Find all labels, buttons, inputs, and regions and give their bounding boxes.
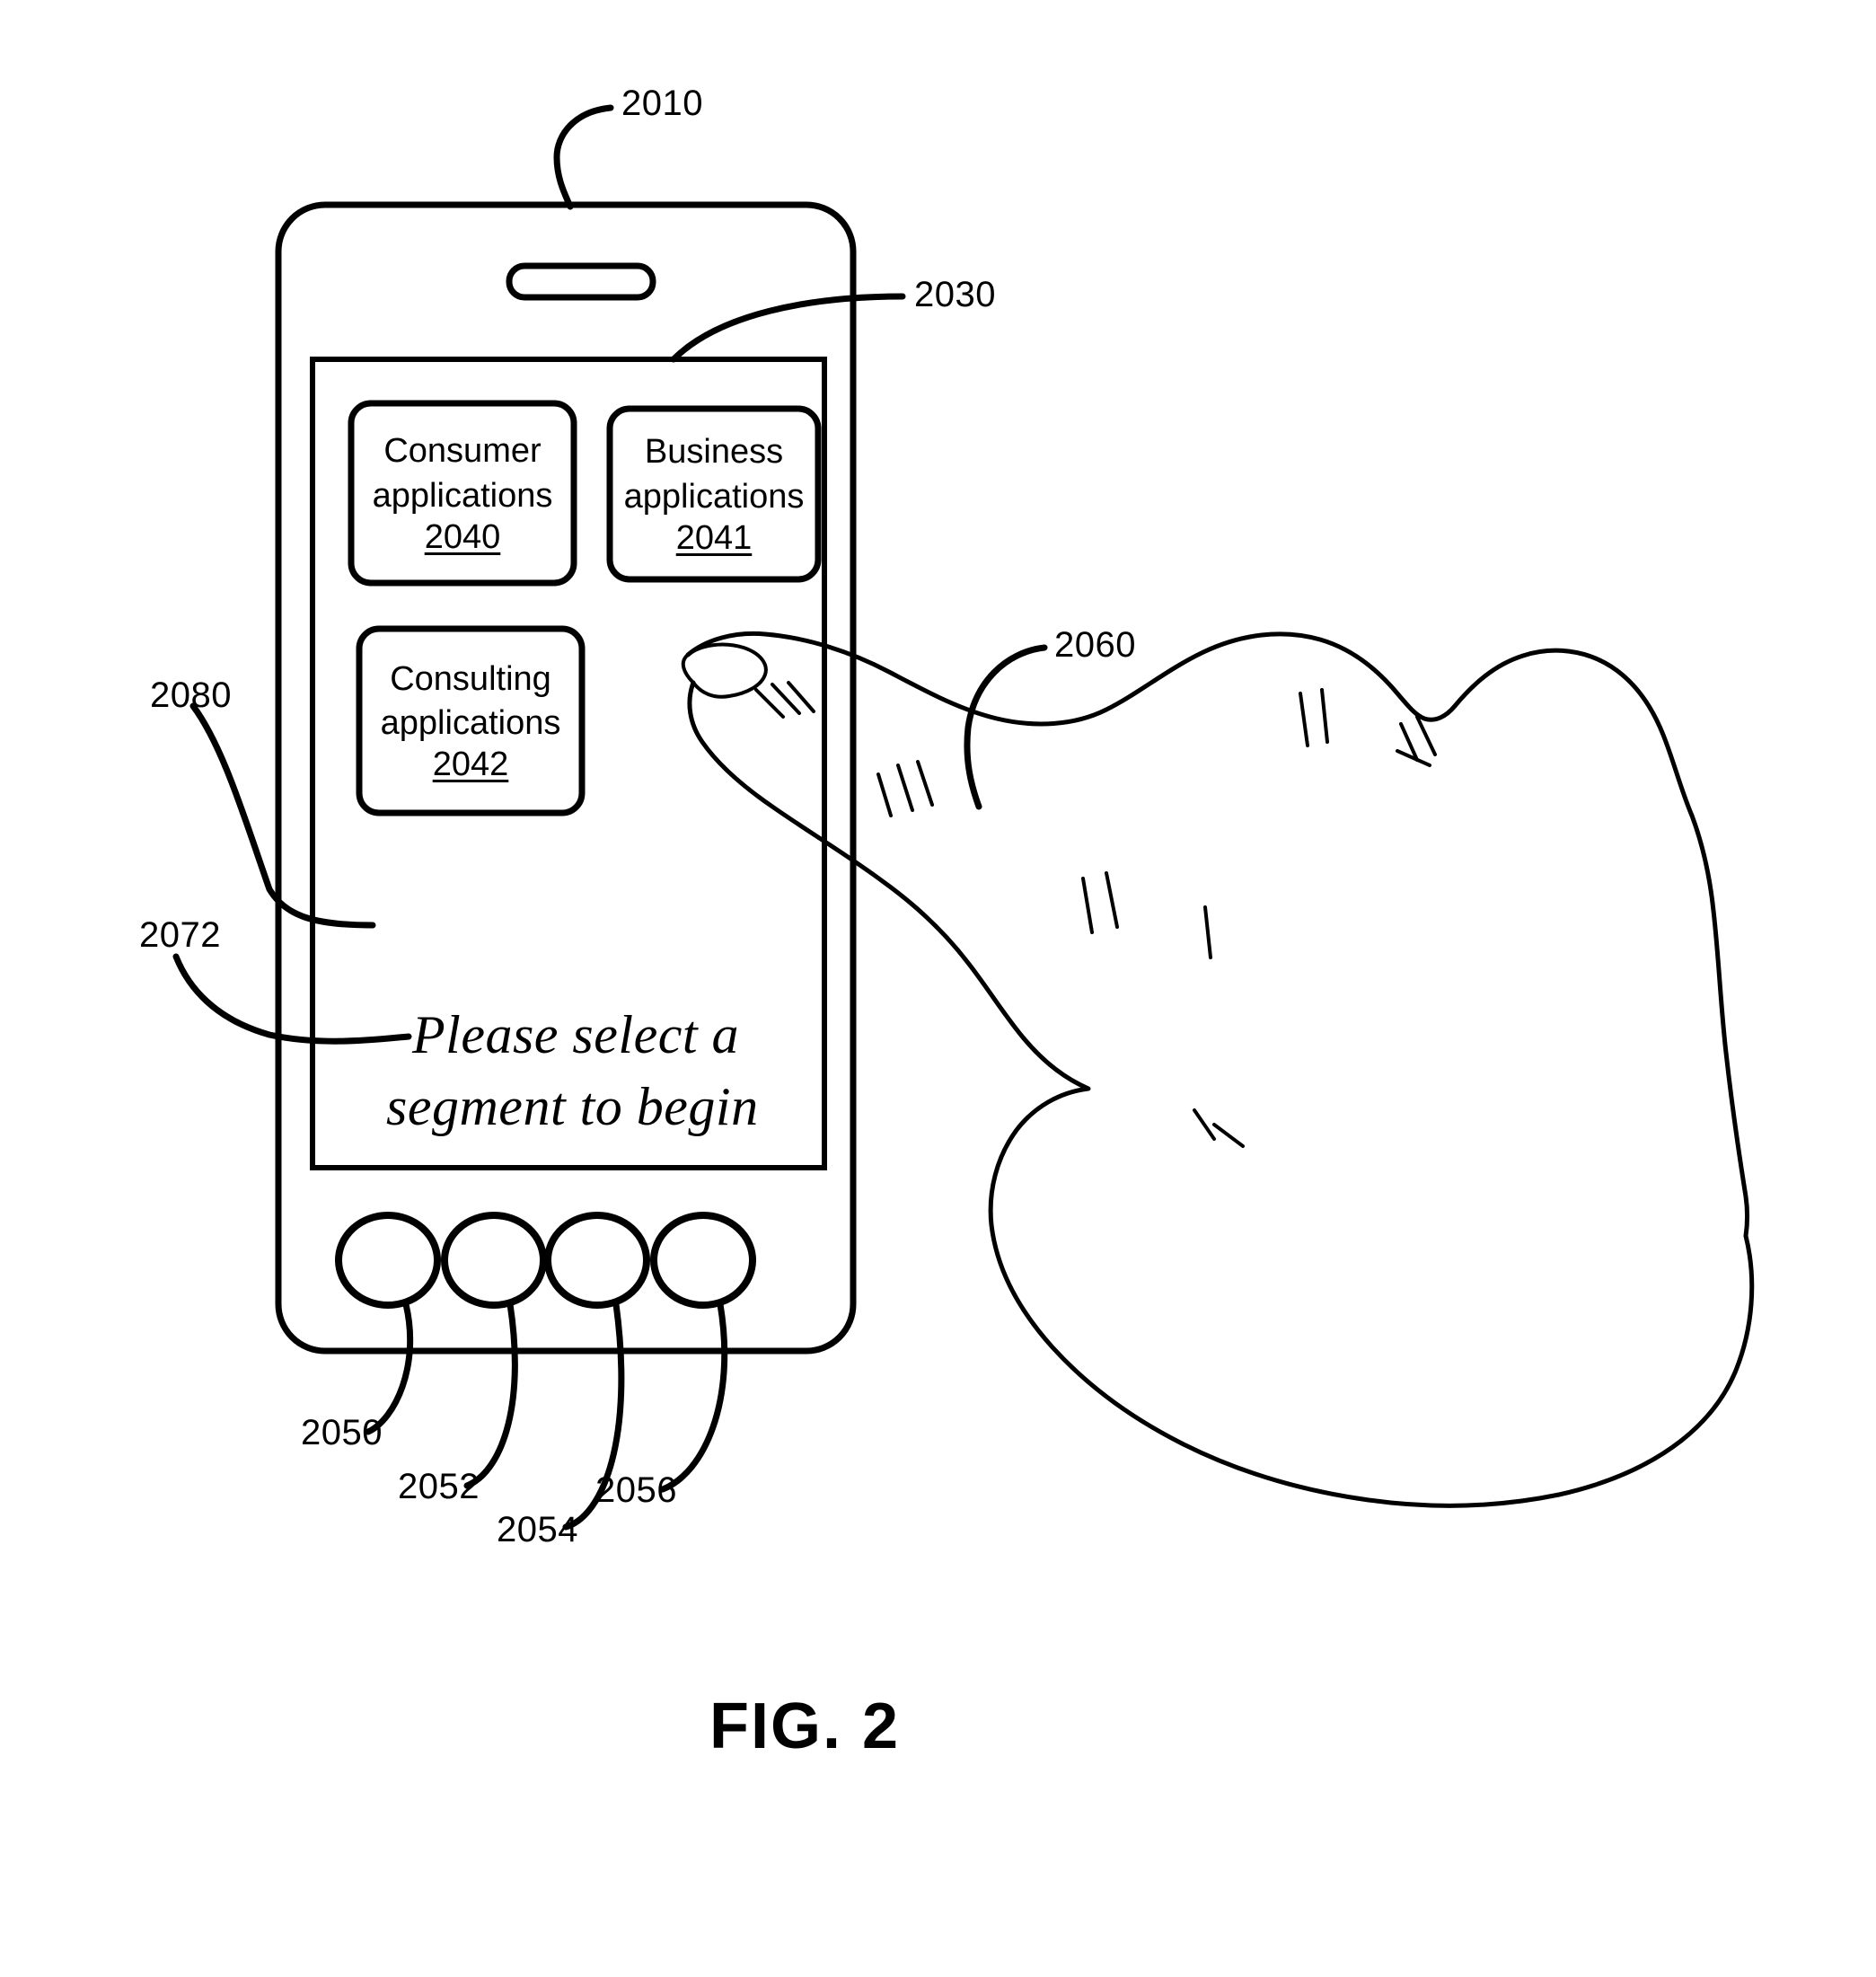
tile-business-reference-number: 2041 <box>675 518 753 557</box>
reference-label-2056: 2056 <box>595 1470 677 1510</box>
hardware-button-2050[interactable] <box>335 1212 441 1309</box>
reference-label-2054: 2054 <box>497 1510 578 1549</box>
tile-business-line1: Business <box>644 433 784 472</box>
reference-label-2050: 2050 <box>301 1413 383 1452</box>
screen-prompt-line1: Please select a <box>412 1005 740 1064</box>
tile-consumer-line2: applications <box>372 476 553 515</box>
reference-label-2060: 2060 <box>1054 625 1136 665</box>
screen-prompt-line2: segment to begin <box>386 1077 759 1136</box>
reference-label-2030: 2030 <box>914 275 996 314</box>
reference-label-2052: 2052 <box>398 1467 480 1506</box>
leader-line-2010 <box>553 104 614 210</box>
tile-consulting-line1: Consulting <box>390 659 551 698</box>
reference-label-2080: 2080 <box>150 675 232 715</box>
tile-consumer-reference-number: 2040 <box>424 517 501 556</box>
reference-label-2010: 2010 <box>621 84 703 123</box>
tile-consulting-line2: applications <box>380 704 561 742</box>
earpiece-speaker-icon <box>506 262 656 301</box>
tile-consumer-applications-content[interactable]: Consumer applications 2040 <box>351 403 574 583</box>
hardware-button-2054[interactable] <box>544 1212 650 1309</box>
tile-consulting-reference-number: 2042 <box>432 746 509 784</box>
hardware-button-2052[interactable] <box>441 1212 547 1309</box>
tile-consumer-line1: Consumer <box>383 432 542 471</box>
leader-line-2060 <box>964 644 1048 810</box>
tile-business-line2: applications <box>623 477 805 516</box>
patent-figure: 2010 2030 2080 2072 2050 2052 2054 2056 … <box>0 0 1876 1977</box>
tile-consulting-applications-content[interactable]: Consulting applications 2042 <box>359 629 582 813</box>
hardware-button-2056[interactable] <box>650 1212 756 1309</box>
figure-caption: FIG. 2 <box>709 1690 901 1762</box>
reference-label-2072: 2072 <box>139 915 221 955</box>
tile-business-applications-content[interactable]: Business applications 2041 <box>610 409 818 579</box>
